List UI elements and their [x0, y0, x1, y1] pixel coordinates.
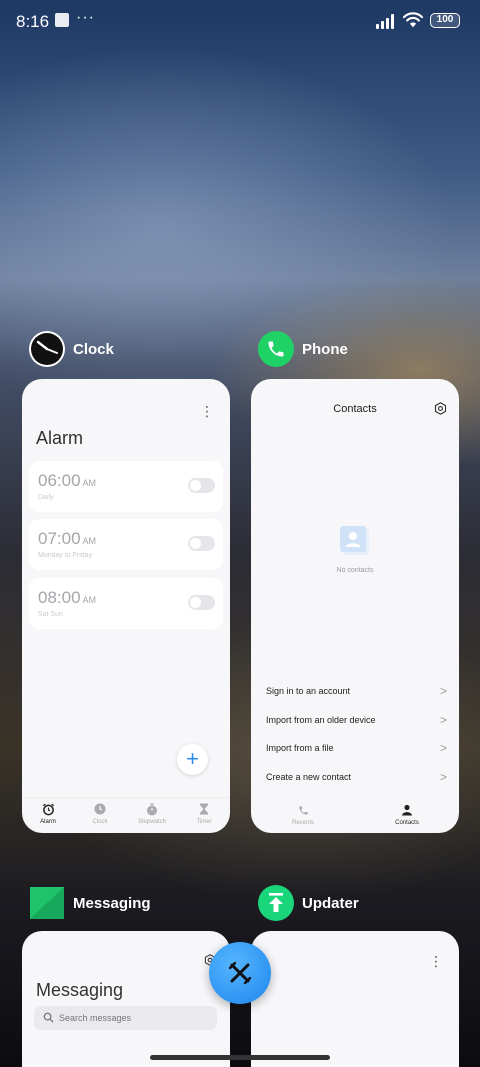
clock-tab-bar: Alarm Clock Stopwatch Timer	[22, 797, 230, 833]
messaging-app-header[interactable]: Messaging	[29, 885, 151, 921]
phone-icon	[258, 331, 294, 367]
messaging-page-title: Messaging	[36, 980, 124, 1000]
messaging-icon	[29, 885, 65, 921]
clock-recent-card[interactable]: ⋮ Alarm 06:00 AM Daily 07:00 AM Monday to …	[22, 379, 230, 833]
wifi-icon	[402, 12, 424, 28]
import-file-option: Import from a file >	[266, 741, 447, 755]
close-icon	[228, 961, 252, 985]
tab-recents: Recents	[251, 799, 355, 833]
updater-app-header[interactable]: Updater	[258, 885, 359, 921]
alarm-page-title: Alarm	[36, 428, 84, 448]
status-bar: 8:16 ··· 100	[0, 0, 480, 44]
updater-app-name: Updater	[302, 894, 359, 912]
clock-tab-icon	[93, 802, 107, 816]
messaging-app-name: Messaging	[73, 894, 151, 912]
person-icon	[400, 803, 414, 817]
chevron-right-icon: >	[439, 770, 447, 784]
battery-icon: 100	[430, 13, 460, 28]
more-notifications-icon: ···	[76, 9, 95, 26]
no-contacts-text: No contacts	[336, 567, 374, 574]
alarm-toggle	[188, 478, 215, 493]
search-messages-input: Search messages	[34, 1006, 217, 1030]
notification-square-icon	[55, 13, 69, 27]
clear-all-button[interactable]	[209, 942, 271, 1004]
tab-stopwatch: Stopwatch	[126, 798, 178, 833]
alarm-repeat: Monday to Friday	[38, 552, 93, 559]
signal-icon	[376, 13, 398, 29]
more-menu-icon: ⋮	[200, 403, 214, 419]
import-older-device-option: Import from an older device >	[266, 713, 447, 727]
clock-icon	[29, 331, 65, 367]
empty-contacts-icon	[340, 526, 369, 555]
stopwatch-icon	[145, 802, 159, 816]
sign-in-option: Sign in to an account >	[266, 684, 447, 698]
more-menu-icon: ⋮	[429, 953, 443, 969]
messaging-recent-card[interactable]: Messaging Search messages	[22, 931, 230, 1067]
tab-contacts: Contacts	[355, 799, 459, 833]
alarm-item: 07:00 AM Monday to Friday	[29, 519, 223, 570]
alarm-icon	[41, 802, 55, 816]
create-contact-option: Create a new contact >	[266, 770, 447, 784]
alarm-toggle	[188, 536, 215, 551]
phone-recent-card[interactable]: Contacts No contacts Sign in to an accou…	[251, 379, 459, 833]
alarm-item: 08:00 AM Sat Sun	[29, 578, 223, 629]
alarm-item: 06:00 AM Daily	[29, 461, 223, 512]
phone-app-name: Phone	[302, 340, 348, 358]
alarm-time: 08:00 AM	[38, 588, 97, 607]
updater-recent-card[interactable]: ⋮	[251, 931, 459, 1067]
tab-alarm: Alarm	[22, 798, 74, 833]
phone-tab-bar: Recents Contacts	[251, 799, 459, 833]
search-icon	[43, 1012, 54, 1023]
hourglass-icon	[197, 802, 211, 816]
alarm-time: 07:00 AM	[38, 529, 97, 548]
updater-icon	[258, 885, 294, 921]
settings-gear-icon	[434, 402, 447, 415]
chevron-right-icon: >	[439, 741, 447, 755]
chevron-right-icon: >	[439, 684, 447, 698]
chevron-right-icon: >	[439, 713, 447, 727]
phone-tab-icon	[296, 803, 310, 817]
tab-timer: Timer	[178, 798, 230, 833]
clock-app-header[interactable]: Clock	[29, 331, 114, 367]
alarm-repeat: Sat Sun	[38, 611, 63, 618]
home-gesture-bar[interactable]	[150, 1055, 330, 1060]
clock-app-name: Clock	[73, 340, 114, 358]
status-time: 8:16	[16, 12, 50, 31]
alarm-toggle	[188, 595, 215, 610]
add-alarm-button: +	[177, 744, 208, 775]
phone-app-header[interactable]: Phone	[258, 331, 348, 367]
alarm-repeat: Daily	[38, 494, 54, 501]
alarm-time: 06:00 AM	[38, 471, 97, 490]
contacts-page-title: Contacts	[333, 403, 377, 415]
tab-clock: Clock	[74, 798, 126, 833]
